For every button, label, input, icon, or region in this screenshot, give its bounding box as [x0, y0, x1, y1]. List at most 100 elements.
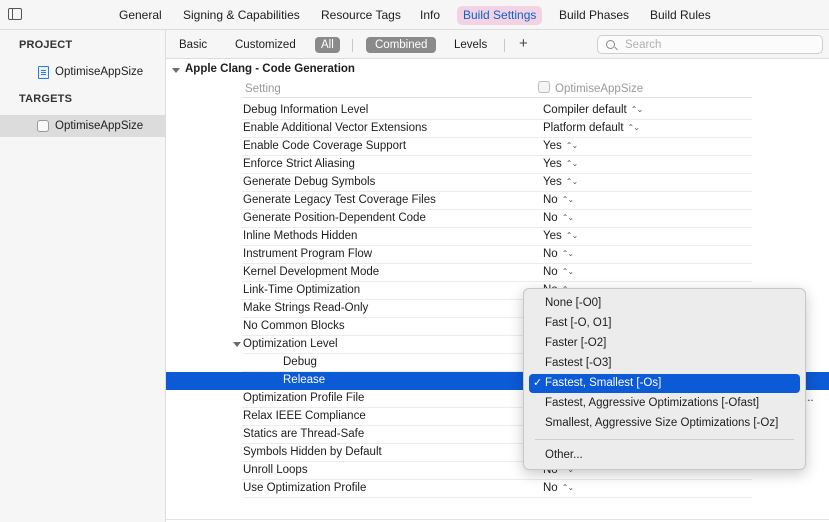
- target-app-icon: [37, 120, 49, 132]
- setting-name: Instrument Program Flow: [243, 248, 373, 260]
- add-setting-icon[interactable]: +: [519, 35, 528, 52]
- menu-item-option[interactable]: Fastest [-O3]: [529, 354, 800, 373]
- setting-value-text: No: [543, 212, 558, 224]
- setting-name: Debug: [283, 356, 317, 368]
- setting-name: Inline Methods Hidden: [243, 230, 358, 242]
- setting-row[interactable]: Instrument Program Flow No ⌃⌄: [166, 246, 829, 264]
- table-bottom-divider: [166, 519, 829, 520]
- menu-item-option[interactable]: Smallest, Aggressive Size Optimizations …: [529, 414, 800, 433]
- filter-divider: [352, 39, 353, 52]
- section-title: Apple Clang - Code Generation: [185, 63, 355, 75]
- menu-item-label: Faster [-O2]: [545, 337, 607, 349]
- setting-name: Generate Debug Symbols: [243, 176, 376, 188]
- popup-stepper-icon: ⌃⌄: [565, 231, 578, 240]
- tab-resource-tags[interactable]: Resource Tags: [315, 6, 407, 25]
- setting-row[interactable]: Enable Code Coverage Support Yes ⌃⌄: [166, 138, 829, 156]
- section-disclosure-icon[interactable]: [172, 68, 180, 73]
- tab-build-rules[interactable]: Build Rules: [644, 6, 717, 25]
- menu-item-option[interactable]: None [-O0]: [529, 294, 800, 313]
- menu-item-option[interactable]: Faster [-O2]: [529, 334, 800, 353]
- setting-name: Release: [283, 374, 326, 386]
- row-disclosure-icon[interactable]: [233, 342, 241, 347]
- target-column-header: OptimiseAppSize: [555, 83, 644, 95]
- setting-row[interactable]: Generate Position-Dependent Code No ⌃⌄: [166, 210, 829, 228]
- setting-value[interactable]: Platform default ⌃⌄: [543, 122, 640, 134]
- setting-value[interactable]: Compiler default ⌃⌄: [543, 104, 643, 116]
- setting-value-text: No: [543, 482, 558, 494]
- setting-row[interactable]: Enable Additional Vector Extensions Platf…: [166, 120, 829, 138]
- menu-item-label: Smallest, Aggressive Size Optimizations …: [545, 417, 779, 429]
- menu-item-label: Fastest, Aggressive Optimizations [-Ofas…: [545, 397, 760, 409]
- project-header: PROJECT: [19, 39, 73, 51]
- setting-value[interactable]: Yes ⌃⌄: [543, 176, 578, 188]
- filter-all-button[interactable]: All: [315, 37, 340, 53]
- popup-stepper-icon: ⌃⌄: [561, 267, 574, 276]
- view-levels-button[interactable]: Levels: [448, 37, 493, 53]
- targets-header: TARGETS: [19, 93, 73, 105]
- setting-value-text: Compiler default: [543, 104, 627, 116]
- setting-value[interactable]: Yes ⌃⌄: [543, 140, 578, 152]
- popup-stepper-icon: ⌃⌄: [561, 249, 574, 258]
- setting-value-text: No: [543, 248, 558, 260]
- setting-row[interactable]: Generate Legacy Test Coverage Files No ⌃⌄: [166, 192, 829, 210]
- filter-divider: [504, 39, 505, 52]
- setting-row[interactable]: Use Optimization Profile No ⌃⌄: [166, 480, 829, 498]
- header-divider: [242, 97, 752, 98]
- tab-general[interactable]: General: [113, 6, 168, 25]
- setting-name: Statics are Thread-Safe: [243, 428, 365, 440]
- menu-item-label: None [-O0]: [545, 297, 602, 309]
- setting-value-text: Yes: [543, 230, 562, 242]
- setting-value[interactable]: No⌃⌄: [543, 194, 574, 206]
- popup-stepper-icon: ⌃⌄: [565, 159, 578, 168]
- search-field[interactable]: [597, 35, 823, 54]
- setting-value[interactable]: No⌃⌄: [543, 212, 574, 224]
- tab-build-settings[interactable]: Build Settings: [457, 6, 543, 25]
- row-divider: [242, 497, 752, 498]
- setting-value-text: Yes: [543, 176, 562, 188]
- filter-customized-button[interactable]: Customized: [229, 37, 302, 53]
- tab-info[interactable]: Info: [414, 6, 446, 25]
- menu-item-label: Fastest [-O3]: [545, 357, 612, 369]
- setting-row[interactable]: Generate Debug Symbols Yes ⌃⌄: [166, 174, 829, 192]
- menu-item-other[interactable]: Other...: [529, 446, 800, 465]
- setting-name: Enable Code Coverage Support: [243, 140, 407, 152]
- setting-name: Debug Information Level: [243, 104, 369, 116]
- setting-name: Make Strings Read-Only: [243, 302, 369, 314]
- tab-build-phases[interactable]: Build Phases: [553, 6, 635, 25]
- setting-row[interactable]: Debug Information Level Compiler default ⌃…: [166, 102, 829, 120]
- filter-basic-button[interactable]: Basic: [173, 37, 213, 53]
- checkmark-icon: ✓: [533, 377, 543, 389]
- view-combined-button[interactable]: Combined: [366, 37, 437, 53]
- setting-value[interactable]: No⌃⌄: [543, 248, 574, 260]
- menu-item-option[interactable]: Fastest, Aggressive Optimizations [-Ofas…: [529, 394, 800, 413]
- popup-stepper-icon: ⌃⌄: [630, 105, 643, 114]
- menu-item-option[interactable]: ✓ Fastest, Smallest [-Os]: [529, 374, 800, 393]
- search-icon: [606, 40, 615, 49]
- popup-stepper-icon: ⌃⌄: [627, 123, 640, 132]
- search-input[interactable]: [625, 37, 815, 52]
- setting-value[interactable]: No⌃⌄: [543, 266, 574, 278]
- setting-name: Enforce Strict Aliasing: [243, 158, 355, 170]
- setting-row[interactable]: Inline Methods Hidden Yes ⌃⌄: [166, 228, 829, 246]
- setting-value[interactable]: Yes ⌃⌄: [543, 230, 578, 242]
- menu-item-label: Fastest, Smallest [-Os]: [545, 377, 662, 389]
- setting-name: Use Optimization Profile: [243, 482, 367, 494]
- setting-name: Link-Time Optimization: [243, 284, 361, 296]
- setting-row[interactable]: Kernel Development Mode No ⌃⌄: [166, 264, 829, 282]
- sidebar-item-target[interactable]: OptimiseAppSize: [0, 115, 165, 137]
- popup-stepper-icon: ⌃⌄: [561, 195, 574, 204]
- sidebar-toggle-icon[interactable]: [8, 8, 22, 20]
- menu-item-option[interactable]: Fast [-O, O1]: [529, 314, 800, 333]
- setting-column-header: Setting: [245, 83, 281, 95]
- setting-name: Optimization Profile File: [243, 392, 365, 404]
- tab-signing-capabilities[interactable]: Signing & Capabilities: [177, 6, 306, 25]
- setting-value[interactable]: No⌃⌄: [543, 482, 574, 494]
- setting-row[interactable]: Enforce Strict Aliasing Yes ⌃⌄: [166, 156, 829, 174]
- setting-value-text: No: [543, 266, 558, 278]
- sidebar-item-project[interactable]: OptimiseAppSize: [0, 62, 165, 82]
- menu-item-label: Fast [-O, O1]: [545, 317, 612, 329]
- setting-value-text: No: [543, 194, 558, 206]
- setting-name: Symbols Hidden by Default: [243, 446, 382, 458]
- setting-name: Generate Position-Dependent Code: [243, 212, 426, 224]
- setting-value[interactable]: Yes ⌃⌄: [543, 158, 578, 170]
